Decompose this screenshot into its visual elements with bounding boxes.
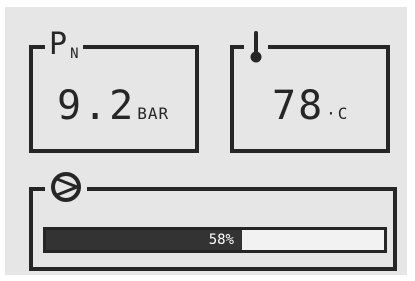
temperature-unit: ·C (326, 104, 350, 123)
device-display: PN 9.2 BAR 78 ·C 58% (5, 7, 407, 275)
thermometer-icon (244, 29, 268, 65)
pressure-unit: BAR (137, 104, 170, 123)
pump-icon (45, 169, 87, 205)
pressure-value: 9.2 (57, 83, 136, 129)
pressure-readout: 9.2 BAR (57, 83, 169, 129)
temperature-value: 78 (272, 83, 325, 129)
progress-label: 58% (208, 232, 234, 248)
temperature-readout: 78 ·C (272, 83, 349, 129)
pump-panel: 58% (29, 169, 397, 271)
pressure-label-main: P (49, 27, 68, 62)
pressure-label: PN (45, 27, 83, 68)
pump-progress-bar: 58% (43, 227, 387, 253)
pressure-label-subscript: N (70, 46, 79, 62)
temperature-panel: 78 ·C (230, 29, 390, 153)
pressure-panel: PN 9.2 BAR (29, 27, 199, 153)
